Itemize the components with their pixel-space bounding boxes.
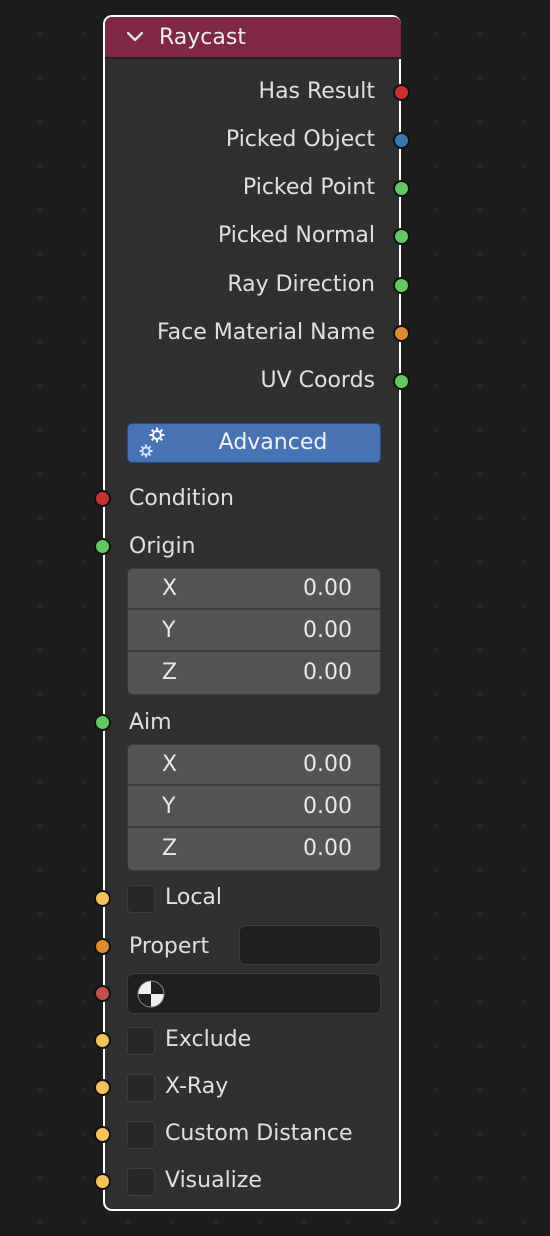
output-label: Face Material Name <box>156 320 375 345</box>
xray-checkbox[interactable] <box>127 1074 155 1102</box>
input-socket[interactable] <box>94 1126 111 1143</box>
advanced-label: Advanced <box>218 430 328 455</box>
output-ray-direction: Ray Direction <box>103 265 410 305</box>
axis-label: Z <box>162 836 178 861</box>
input-socket[interactable] <box>94 890 111 907</box>
input-visualize: Visualize <box>94 1161 401 1201</box>
material-field[interactable] <box>127 973 381 1014</box>
axis-value: 0.00 <box>303 660 352 685</box>
output-socket[interactable] <box>393 180 410 197</box>
output-socket[interactable] <box>393 277 410 294</box>
custom-distance-checkbox[interactable] <box>127 1121 155 1149</box>
origin-x-field[interactable]: X 0.00 <box>128 569 380 610</box>
local-checkbox[interactable] <box>127 885 155 913</box>
input-condition: Condition <box>94 478 401 518</box>
input-label: Condition <box>129 486 234 511</box>
input-socket[interactable] <box>94 490 111 507</box>
output-picked-point: Picked Point <box>103 168 410 208</box>
axis-value: 0.00 <box>303 752 352 777</box>
output-picked-object: Picked Object <box>103 120 410 160</box>
input-material <box>94 973 401 1014</box>
output-has-result: Has Result <box>103 72 410 112</box>
checkbox-label: Exclude <box>165 1027 252 1052</box>
input-property: Propert <box>94 925 401 966</box>
output-face-material-name: Face Material Name <box>103 313 410 353</box>
input-socket[interactable] <box>94 714 111 731</box>
axis-label: X <box>162 752 178 777</box>
input-local: Local <box>94 878 401 918</box>
input-exclude: Exclude <box>94 1020 401 1060</box>
checkbox-label: Custom Distance <box>165 1121 353 1146</box>
output-uv-coords: UV Coords <box>103 361 410 401</box>
output-label: Ray Direction <box>227 272 375 297</box>
input-socket[interactable] <box>94 985 111 1002</box>
origin-z-field[interactable]: Z 0.00 <box>128 653 380 694</box>
axis-label: Z <box>162 660 178 685</box>
input-socket[interactable] <box>94 1032 111 1049</box>
input-label: Origin <box>129 534 196 559</box>
input-label: Aim <box>129 710 172 735</box>
input-label: Propert <box>129 934 210 959</box>
raycast-node[interactable]: Raycast Has Result Picked Object Picked … <box>94 15 410 1211</box>
visualize-checkbox[interactable] <box>127 1168 155 1196</box>
input-xray: X-Ray <box>94 1067 401 1107</box>
input-aim: Aim <box>94 702 401 742</box>
input-socket[interactable] <box>94 938 111 955</box>
advanced-button[interactable]: Advanced <box>127 423 381 463</box>
input-socket[interactable] <box>94 1173 111 1190</box>
output-socket[interactable] <box>393 373 410 390</box>
output-label: Picked Object <box>225 127 375 152</box>
node-header[interactable]: Raycast <box>105 17 401 59</box>
checkbox-label: Local <box>165 885 223 910</box>
material-ball-icon <box>137 980 165 1008</box>
output-socket[interactable] <box>393 84 410 101</box>
aim-y-field[interactable]: Y 0.00 <box>128 787 380 828</box>
axis-value: 0.00 <box>303 576 352 601</box>
output-label: Has Result <box>258 79 375 104</box>
axis-label: Y <box>162 794 176 819</box>
output-picked-normal: Picked Normal <box>103 216 410 256</box>
input-custom-distance: Custom Distance <box>94 1114 401 1154</box>
input-socket[interactable] <box>94 538 111 555</box>
aim-vector: X 0.00 Y 0.00 Z 0.00 <box>127 744 381 871</box>
origin-y-field[interactable]: Y 0.00 <box>128 611 380 652</box>
output-label: UV Coords <box>260 368 375 393</box>
property-field[interactable] <box>239 925 381 965</box>
checkbox-label: Visualize <box>165 1168 262 1193</box>
aim-x-field[interactable]: X 0.00 <box>128 745 380 786</box>
chevron-down-icon[interactable] <box>127 31 143 43</box>
axis-label: Y <box>162 618 176 643</box>
node-title: Raycast <box>159 25 246 50</box>
output-socket[interactable] <box>393 325 410 342</box>
origin-vector: X 0.00 Y 0.00 Z 0.00 <box>127 568 381 695</box>
output-label: Picked Point <box>242 175 375 200</box>
axis-value: 0.00 <box>303 618 352 643</box>
aim-z-field[interactable]: Z 0.00 <box>128 829 380 870</box>
exclude-checkbox[interactable] <box>127 1027 155 1055</box>
axis-label: X <box>162 576 178 601</box>
axis-value: 0.00 <box>303 836 352 861</box>
input-socket[interactable] <box>94 1079 111 1096</box>
input-origin: Origin <box>94 526 401 566</box>
output-socket[interactable] <box>393 132 410 149</box>
checkbox-label: X-Ray <box>165 1074 229 1099</box>
output-socket[interactable] <box>393 228 410 245</box>
output-label: Picked Normal <box>217 223 375 248</box>
axis-value: 0.00 <box>303 794 352 819</box>
